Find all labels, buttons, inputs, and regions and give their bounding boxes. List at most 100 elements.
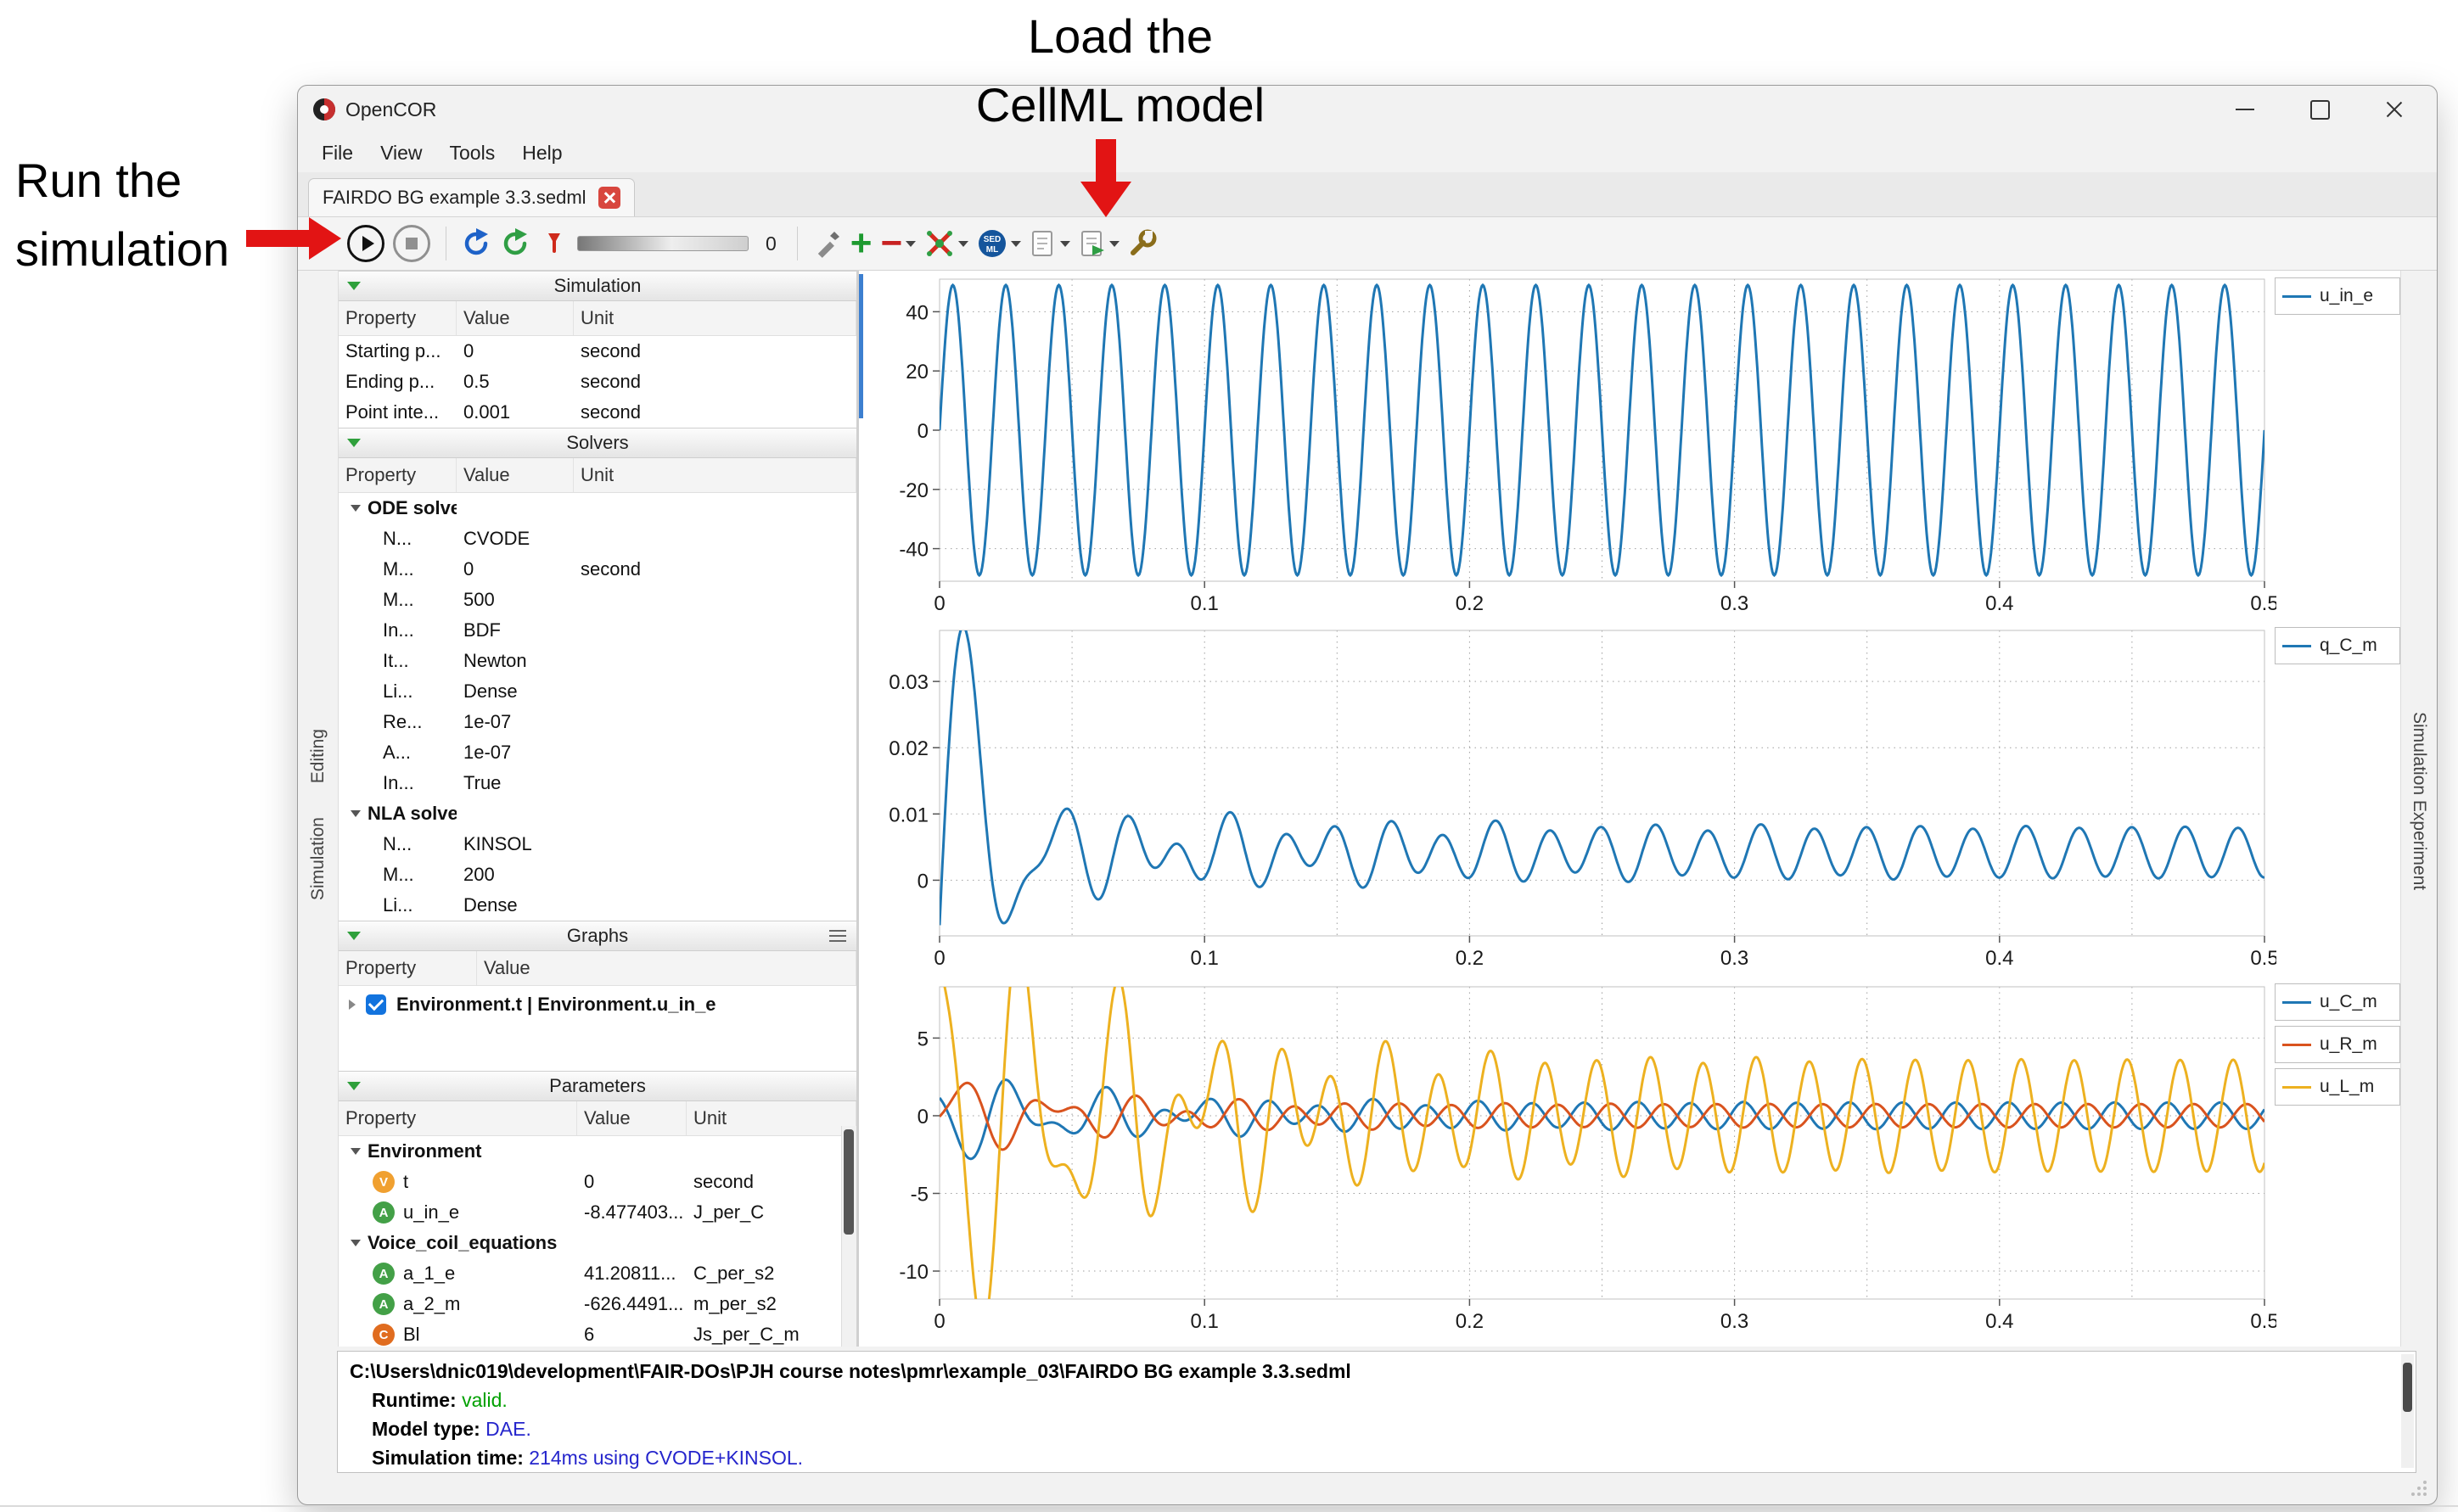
table-row[interactable]: Point inte... 0.001 second (339, 397, 856, 428)
delay-wheel[interactable] (577, 236, 749, 251)
red-arrow-down-icon (1080, 139, 1132, 219)
delay-value: 0 (766, 232, 777, 255)
tab-sedml-file[interactable]: FAIRDO BG example 3.3.sedml (308, 178, 635, 216)
chevron-down-icon[interactable] (1109, 241, 1120, 247)
chart-u-in-e[interactable]: 00.10.20.30.40.540200-20-40 (859, 272, 2276, 619)
clear-results-button[interactable] (540, 223, 569, 264)
mode-tab-simulation[interactable]: Simulation (308, 817, 328, 900)
table-row[interactable]: M...200 (339, 860, 856, 890)
legend-chart3[interactable]: u_C_m u_R_m u_L_m (2275, 983, 2400, 1106)
table-row[interactable]: M...500 (339, 585, 856, 615)
section-header-solvers[interactable]: Solvers (339, 428, 856, 458)
chevron-down-icon[interactable] (906, 241, 916, 247)
menu-file[interactable]: File (308, 138, 367, 168)
graph-checkbox[interactable] (366, 994, 386, 1015)
tab-close-icon[interactable] (598, 187, 620, 209)
graphs-menu-icon[interactable] (829, 930, 846, 942)
menu-help[interactable]: Help (508, 138, 575, 168)
parameters-scrollbar[interactable] (841, 1126, 856, 1347)
table-row[interactable]: M...0second (339, 554, 856, 585)
collapse-arrow-icon[interactable] (347, 932, 361, 940)
algebraic-icon: A (373, 1293, 395, 1315)
expanded-chevron-icon[interactable] (351, 1240, 361, 1246)
expanded-chevron-icon[interactable] (351, 505, 361, 512)
collapse-arrow-icon[interactable] (347, 1082, 361, 1090)
document-export-icon (1079, 229, 1106, 258)
parameter-row[interactable]: Aa_1_e 41.20811... C_per_s2 (339, 1258, 856, 1289)
table-row[interactable]: N...CVODE (339, 524, 856, 554)
reload-simulation-button[interactable] (501, 223, 531, 264)
view-tab-simulation-experiment[interactable]: Simulation Experiment (2409, 712, 2429, 1347)
table-row[interactable]: Li...Dense (339, 890, 856, 921)
close-button[interactable] (2357, 86, 2432, 133)
table-row[interactable]: Ending p... 0.5 second (339, 367, 856, 397)
expanded-chevron-icon[interactable] (351, 1148, 361, 1155)
annotation-load-cellml: Load the CellML model (883, 2, 1358, 139)
add-graph-panel-button[interactable]: + (850, 223, 873, 264)
collapsed-chevron-icon[interactable] (349, 1000, 356, 1010)
chart-q-c-m[interactable]: 00.10.20.30.40.50.030.020.010 (859, 624, 2276, 973)
parameter-row[interactable]: Aa_2_m -626.4491... m_per_s2 (339, 1289, 856, 1319)
chevron-down-icon[interactable] (1060, 241, 1070, 247)
output-scrollbar[interactable] (2401, 1354, 2414, 1468)
tree-group-row[interactable]: Environment (339, 1136, 856, 1167)
minimize-button[interactable] (2208, 86, 2282, 133)
resize-grip-icon[interactable] (2410, 1479, 2428, 1498)
legend-item[interactable]: u_in_e (2275, 277, 2400, 315)
section-header-parameters[interactable]: Parameters (339, 1071, 856, 1101)
collapse-arrow-icon[interactable] (347, 282, 361, 290)
mode-tab-editing[interactable]: Editing (308, 729, 328, 783)
legend-chart2[interactable]: q_C_m (2275, 627, 2400, 664)
table-row[interactable]: Starting p... 0 second (339, 336, 856, 367)
export-data-button[interactable] (1079, 223, 1120, 264)
expanded-chevron-icon[interactable] (351, 810, 361, 817)
column-header: Value (577, 1101, 687, 1135)
parameter-row[interactable]: Vt 0 second (339, 1167, 856, 1197)
constant-icon: C (373, 1324, 395, 1346)
legend-item[interactable]: u_C_m (2275, 983, 2400, 1021)
left-mode-tabs: Editing Simulation (298, 271, 339, 1347)
legend-item[interactable]: u_R_m (2275, 1026, 2400, 1063)
table-row[interactable]: In...BDF (339, 615, 856, 646)
scrollbar-thumb[interactable] (844, 1129, 854, 1235)
scrollbar-thumb[interactable] (2403, 1363, 2412, 1412)
table-row[interactable]: In...True (339, 768, 856, 798)
tree-group-row[interactable]: ODE solver (339, 493, 856, 524)
load-cellml-model-button[interactable] (924, 223, 968, 264)
chevron-down-icon[interactable] (958, 241, 968, 247)
section-header-simulation[interactable]: Simulation (339, 271, 856, 301)
tree-group-row[interactable]: NLA solver (339, 798, 856, 829)
legend-item[interactable]: q_C_m (2275, 627, 2400, 664)
sedml-export-button[interactable]: SED ML (977, 223, 1021, 264)
tree-group-row[interactable]: Voice_coil_equations (339, 1228, 856, 1258)
table-row[interactable]: Li...Dense (339, 676, 856, 707)
column-headers: Property Value Unit (339, 301, 856, 336)
table-row[interactable]: It...Newton (339, 646, 856, 676)
run-simulation-button[interactable] (347, 223, 384, 264)
legend-chart1[interactable]: u_in_e (2275, 277, 2400, 315)
development-mode-button[interactable] (813, 223, 842, 264)
table-row[interactable]: N...KINSOL (339, 829, 856, 860)
charts-scrollbar[interactable] (859, 274, 863, 418)
preferences-button[interactable] (1128, 223, 1157, 264)
reset-parameters-button[interactable] (462, 223, 492, 264)
column-header: Property (339, 951, 477, 985)
menu-tools[interactable]: Tools (436, 138, 509, 168)
table-row[interactable]: Re...1e-07 (339, 707, 856, 737)
menu-view[interactable]: View (367, 138, 435, 168)
graph-row[interactable]: Environment.t | Environment.u_in_e (339, 986, 856, 1023)
chart-voltages[interactable]: 00.10.20.30.40.550-5-10 (859, 980, 2276, 1336)
chevron-down-icon[interactable] (1011, 241, 1021, 247)
stop-simulation-button[interactable] (393, 223, 430, 264)
parameter-row[interactable]: CBl 6 Js_per_C_m (339, 1319, 856, 1347)
svg-text:0: 0 (934, 592, 945, 615)
section-header-graphs[interactable]: Graphs (339, 921, 856, 951)
collapse-arrow-icon[interactable] (347, 439, 361, 447)
title-bar[interactable]: OpenCOR (298, 86, 2437, 133)
table-row[interactable]: A...1e-07 (339, 737, 856, 768)
cellml-export-button[interactable] (1030, 223, 1070, 264)
maximize-button[interactable] (2282, 86, 2357, 133)
parameter-row[interactable]: Au_in_e -8.477403... J_per_C (339, 1197, 856, 1228)
remove-graph-panel-button[interactable]: − (881, 223, 917, 264)
legend-item[interactable]: u_L_m (2275, 1068, 2400, 1106)
